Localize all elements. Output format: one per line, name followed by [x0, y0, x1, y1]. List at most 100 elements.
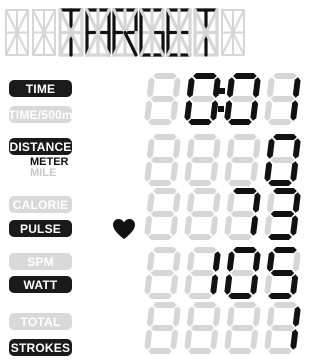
segment-on [290, 215, 299, 236]
segment-on [210, 329, 219, 350]
segment-on [273, 134, 297, 140]
segment-on [184, 100, 193, 121]
distance-label: DISTANCE [9, 138, 72, 155]
banner-segment-off [177, 30, 192, 57]
segment-off [184, 274, 193, 295]
segment-off [190, 96, 215, 102]
segment-on [148, 234, 172, 240]
segment-on [250, 100, 259, 121]
segment-on [273, 188, 297, 194]
segment-on [212, 77, 221, 98]
segment-on [292, 306, 301, 327]
segment-off [190, 270, 215, 276]
banner-segment-off [16, 31, 29, 56]
banner-segment-off [150, 30, 165, 57]
banner-segment-off [58, 30, 73, 57]
banner-segment-off [232, 31, 245, 56]
banner-segment-off [112, 30, 127, 57]
segment-off [224, 215, 233, 236]
segment-on [150, 270, 175, 276]
banner-segment-off [69, 8, 84, 35]
colon-dot [219, 88, 225, 94]
segment-on [153, 134, 177, 140]
rower-lcd-display: TIME TIME/500m DISTANCE METER MILE CALOR… [0, 0, 335, 362]
segment-on [233, 188, 257, 194]
segment-on [250, 161, 259, 182]
segment-on [170, 274, 179, 295]
segment-on [290, 274, 299, 295]
segment-on [184, 329, 193, 350]
time-per-500m-label: TIME/500m [8, 106, 73, 123]
total-label: TOTAL [9, 313, 72, 330]
segment-on [252, 77, 261, 98]
banner-segment-off [193, 30, 208, 57]
segment-on [266, 251, 275, 272]
segment-off [273, 302, 297, 308]
segment-on [250, 215, 259, 236]
segment-on [212, 192, 221, 213]
banner-segment-off [5, 9, 18, 34]
segment-on [186, 138, 195, 159]
lcd-segment-area [5, 8, 301, 354]
segment-on [170, 329, 179, 350]
segment-off [264, 100, 273, 121]
readout-strokes [144, 302, 301, 354]
segment-off [230, 211, 255, 217]
segment-on [150, 157, 175, 163]
banner-segment-off [150, 8, 165, 35]
segment-off [228, 234, 252, 240]
banner-segment-off [112, 8, 127, 35]
segment-on [264, 161, 273, 182]
segment-on [224, 161, 233, 182]
segment-off [226, 192, 235, 213]
banner-segment-off [43, 9, 56, 34]
segment-off [230, 96, 255, 102]
segment-on [153, 73, 177, 79]
banner-segment-off [85, 8, 100, 35]
segment-on [190, 157, 215, 163]
segment-on [228, 293, 252, 299]
segment-on [292, 192, 301, 213]
segment-off [266, 192, 275, 213]
segment-on [148, 348, 172, 354]
readout-watt [144, 247, 301, 299]
pulse-label: PULSE [9, 220, 72, 237]
banner-segment-off [16, 9, 29, 34]
segment-off [230, 270, 255, 276]
calorie-label: CALORIE [9, 196, 72, 213]
segment-on [252, 192, 261, 213]
banner-segment-off [204, 8, 219, 35]
segment-on [148, 119, 172, 125]
segment-on [150, 96, 175, 102]
banner-segment-off [166, 30, 181, 57]
banner-segment-off [96, 8, 111, 35]
mile-unit: MILE [30, 167, 57, 179]
segment-on [268, 234, 292, 240]
banner-segment-off [221, 9, 234, 34]
segment-on [212, 251, 221, 272]
segment-on [188, 119, 212, 125]
colon-dot [218, 106, 224, 112]
segment-off [188, 293, 212, 299]
segment-on [186, 77, 195, 98]
segment-on [193, 188, 217, 194]
segment-on [172, 192, 181, 213]
segment-off [186, 251, 195, 272]
segment-on [290, 329, 299, 350]
segment-on [144, 100, 153, 121]
segment-on [252, 251, 261, 272]
segment-off [270, 96, 295, 102]
segment-on [212, 306, 221, 327]
time-label: TIME [9, 80, 72, 97]
segment-on [268, 180, 292, 186]
segment-on [233, 134, 257, 140]
segment-on [230, 325, 255, 331]
segment-on [172, 138, 181, 159]
watt-label: WATT [9, 276, 72, 293]
strokes-label: STROKES [9, 339, 72, 356]
segment-on [250, 274, 259, 295]
banner-segment-off [69, 30, 84, 57]
segment-off [193, 247, 217, 253]
banner-segment-off [193, 8, 208, 35]
segment-on [190, 325, 215, 331]
